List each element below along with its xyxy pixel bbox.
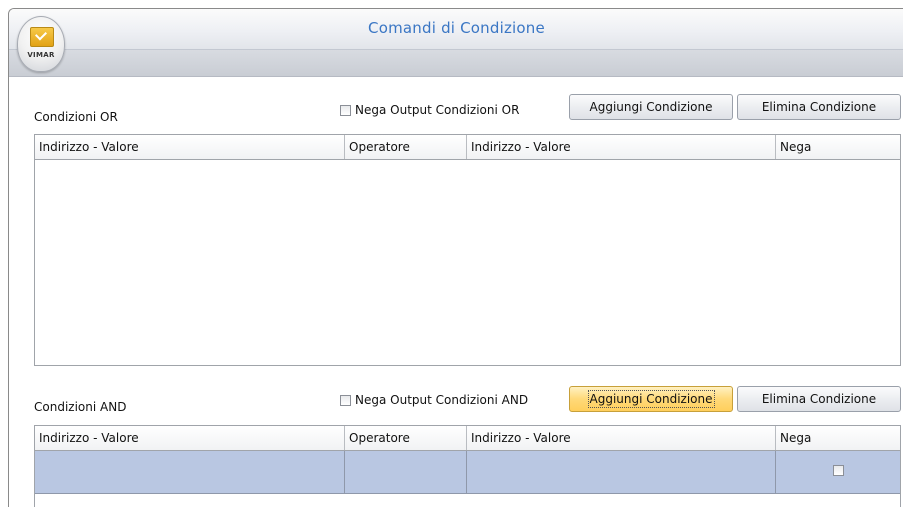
and-col-negate[interactable]: Nega [776, 426, 902, 450]
and-grid-header: Indirizzo - Valore Operatore Indirizzo -… [35, 426, 900, 451]
and-negate-option[interactable]: Nega Output Condizioni AND [340, 393, 528, 407]
window-title: Comandi di Condizione [368, 19, 545, 37]
or-negate-label: Nega Output Condizioni OR [355, 103, 520, 117]
vimar-logo-icon [30, 27, 54, 47]
ribbon-strip [9, 50, 903, 77]
or-section-label: Condizioni OR [34, 110, 118, 124]
and-col-operator[interactable]: Operatore [345, 426, 467, 450]
and-negate-checkbox[interactable] [340, 394, 351, 406]
or-col-operator[interactable]: Operatore [345, 135, 467, 159]
and-remove-condition-button[interactable]: Elimina Condizione [737, 386, 901, 412]
or-add-condition-button[interactable]: Aggiungi Condizione [569, 94, 733, 120]
title-bar: Comandi di Condizione [9, 9, 903, 50]
condition-commands-window: Comandi di Condizione VIMAR Condizioni O… [8, 8, 903, 507]
table-row[interactable] [35, 451, 900, 494]
or-negate-option[interactable]: Nega Output Condizioni OR [340, 103, 519, 117]
and-row-address-value-2-cell[interactable] [467, 451, 776, 493]
logo-text: VIMAR [27, 51, 55, 59]
and-col-address-value-2[interactable]: Indirizzo - Valore [467, 426, 776, 450]
or-grid-header: Indirizzo - Valore Operatore Indirizzo -… [35, 135, 900, 160]
and-section-label: Condizioni AND [34, 400, 127, 414]
or-col-address-value-1[interactable]: Indirizzo - Valore [35, 135, 345, 159]
app-menu-button[interactable]: VIMAR [17, 16, 65, 72]
and-row-operator-cell[interactable] [345, 451, 467, 493]
or-col-address-value-2[interactable]: Indirizzo - Valore [467, 135, 776, 159]
and-conditions-grid[interactable]: Indirizzo - Valore Operatore Indirizzo -… [34, 425, 901, 507]
and-row-address-value-1-cell[interactable] [35, 451, 345, 493]
and-add-condition-button[interactable]: Aggiungi Condizione [569, 386, 733, 412]
and-row-negate-checkbox[interactable] [833, 465, 844, 476]
and-negate-label: Nega Output Condizioni AND [355, 393, 529, 407]
or-col-negate[interactable]: Nega [776, 135, 902, 159]
and-row-negate-cell[interactable] [776, 451, 902, 493]
or-negate-checkbox[interactable] [340, 104, 351, 116]
or-conditions-grid[interactable]: Indirizzo - Valore Operatore Indirizzo -… [34, 134, 901, 366]
and-col-address-value-1[interactable]: Indirizzo - Valore [35, 426, 345, 450]
or-remove-condition-button[interactable]: Elimina Condizione [737, 94, 901, 120]
